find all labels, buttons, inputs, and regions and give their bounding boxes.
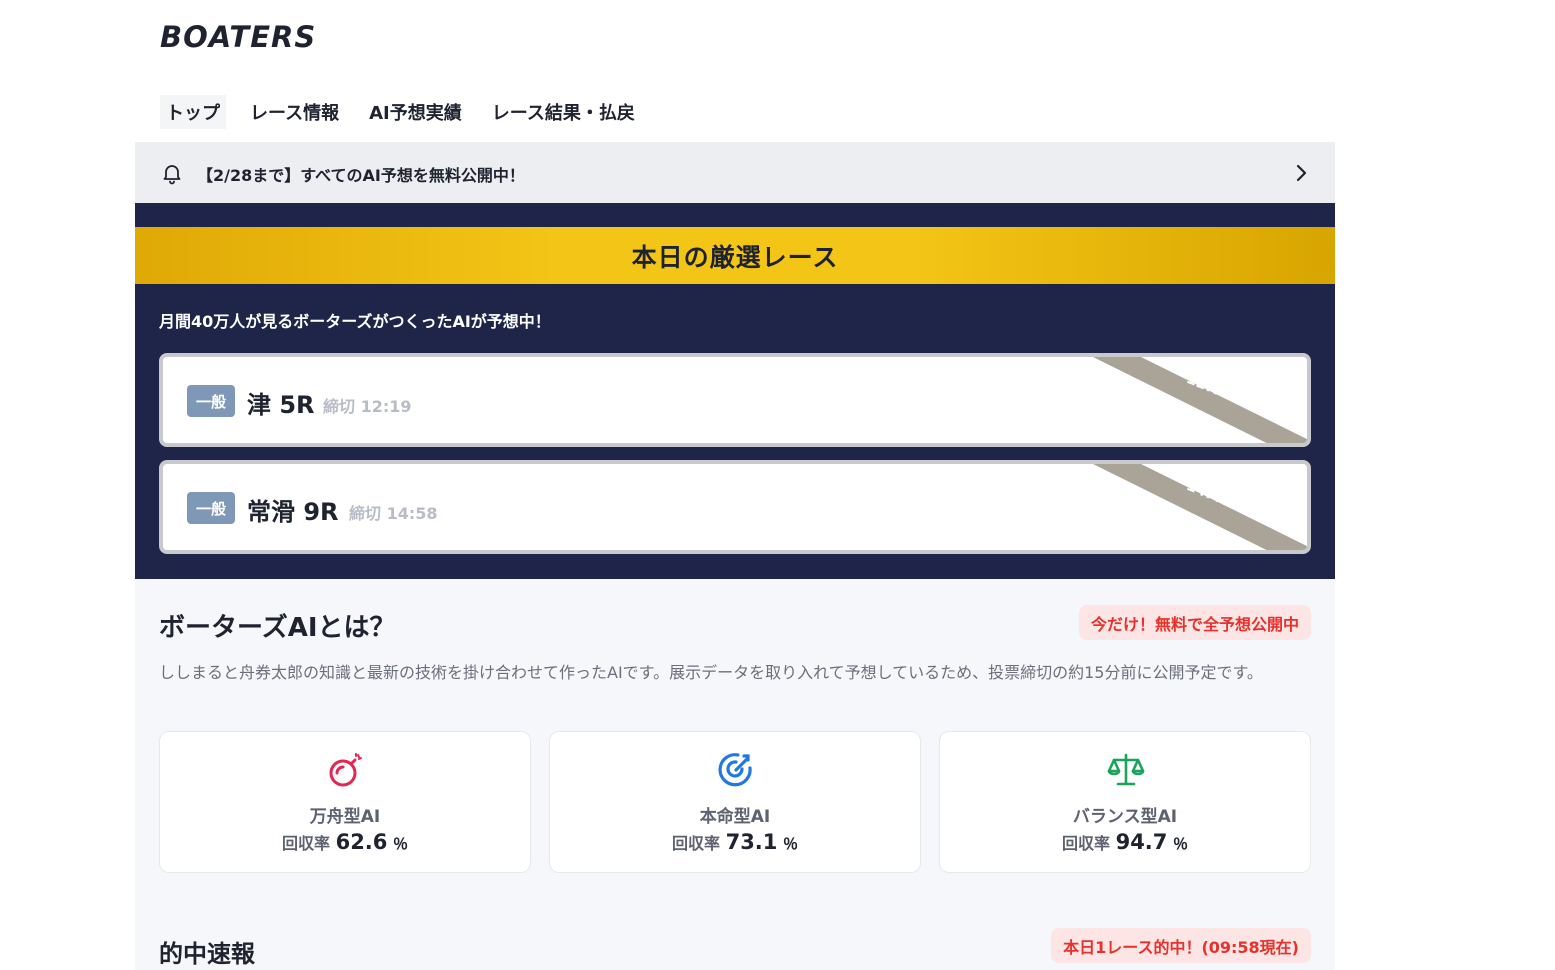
recovery-rate-value: 94.7	[1115, 830, 1168, 854]
nav-item-top[interactable]: トップ	[160, 95, 226, 129]
percent-sign: ％	[392, 835, 408, 853]
recovery-rate: 回収率 94.7 ％	[940, 830, 1310, 854]
race-deadline: 締切 12:19	[323, 397, 412, 416]
race-name: 津 5R	[247, 391, 315, 419]
hit-count-badge: 本日1レース的中！(09:58現在)	[1051, 928, 1311, 963]
race-grade-badge: 一般	[187, 385, 235, 417]
release-ribbon: 14:43~公開予定	[1093, 464, 1307, 550]
ai-type-card-honmei[interactable]: 本命型AI 回収率 73.1 ％	[549, 731, 921, 873]
ai-type-card-balance[interactable]: バランス型AI 回収率 94.7 ％	[939, 731, 1311, 873]
boaters-logo[interactable]: BOATERS	[160, 20, 316, 54]
ai-type-name: 万舟型AI	[309, 807, 381, 827]
balance-scale-icon	[1107, 753, 1145, 786]
bell-icon	[163, 165, 181, 185]
recovery-rate-value: 73.1	[725, 830, 778, 854]
promo-badge: 今だけ！無料で全予想公開中	[1078, 605, 1311, 640]
recovery-rate-label: 回収率	[1061, 834, 1110, 853]
chevron-right-icon	[1296, 164, 1307, 182]
nav-item-ai-results[interactable]: AI予想実績	[363, 95, 468, 129]
hit-news-title: 的中速報	[159, 940, 255, 968]
notice-text: 【2/28まで】すべてのAI予想を無料公開中！	[197, 166, 525, 185]
release-time-label: 14:43~公開予定	[1183, 476, 1302, 538]
about-ai-section: ボーターズAIとは？ 今だけ！無料で全予想公開中 ししまると舟券太郎の知識と最新…	[135, 579, 1335, 970]
target-icon	[718, 753, 752, 787]
featured-races-section: 本日の厳選レース 月間40万人が見るボーターズがつくったAIが予想中！ 一般 津…	[135, 203, 1335, 579]
recovery-rate-value: 62.6	[335, 830, 388, 854]
featured-header: 本日の厳選レース	[135, 227, 1335, 284]
race-card[interactable]: 一般 津 5R 締切 12:19 12:04~公開予定	[159, 353, 1311, 447]
race-grade-badge: 一般	[187, 492, 235, 524]
race-name: 常滑 9R	[247, 498, 339, 526]
page-container: BOATERS トップ レース情報 AI予想実績 レース結果・払戻 【2/28ま…	[135, 0, 1335, 970]
main-nav: トップ レース情報 AI予想実績 レース結果・払戻	[160, 95, 659, 129]
ribbon-shape	[1093, 464, 1307, 550]
percent-sign: ％	[1172, 835, 1188, 853]
featured-title: 本日の厳選レース	[631, 242, 839, 272]
race-deadline: 締切 14:58	[349, 504, 438, 523]
release-ribbon: 12:04~公開予定	[1093, 357, 1307, 443]
featured-subtitle: 月間40万人が見るボーターズがつくったAIが予想中！	[159, 312, 551, 331]
about-description: ししまると舟券太郎の知識と最新の技術を掛け合わせて作ったAIです。展示データを取…	[159, 663, 1263, 682]
recovery-rate-label: 回収率	[281, 834, 330, 853]
notice-banner[interactable]: 【2/28まで】すべてのAI予想を無料公開中！	[135, 142, 1335, 203]
nav-item-race-info[interactable]: レース情報	[244, 95, 345, 129]
ai-type-name: 本命型AI	[699, 807, 771, 827]
recovery-rate-label: 回収率	[671, 834, 720, 853]
recovery-rate: 回収率 62.6 ％	[160, 830, 530, 854]
about-title: ボーターズAIとは？	[159, 613, 396, 643]
recovery-rate: 回収率 73.1 ％	[550, 830, 920, 854]
release-time-label: 12:04~公開予定	[1183, 369, 1302, 431]
ai-type-card-manshu[interactable]: 万舟型AI 回収率 62.6 ％	[159, 731, 531, 873]
ribbon-shape	[1093, 357, 1307, 443]
bomb-icon	[329, 753, 362, 787]
race-card[interactable]: 一般 常滑 9R 締切 14:58 14:43~公開予定	[159, 460, 1311, 554]
percent-sign: ％	[782, 835, 798, 853]
ai-type-name: バランス型AI	[1072, 807, 1178, 827]
nav-item-race-payouts[interactable]: レース結果・払戻	[486, 95, 641, 129]
